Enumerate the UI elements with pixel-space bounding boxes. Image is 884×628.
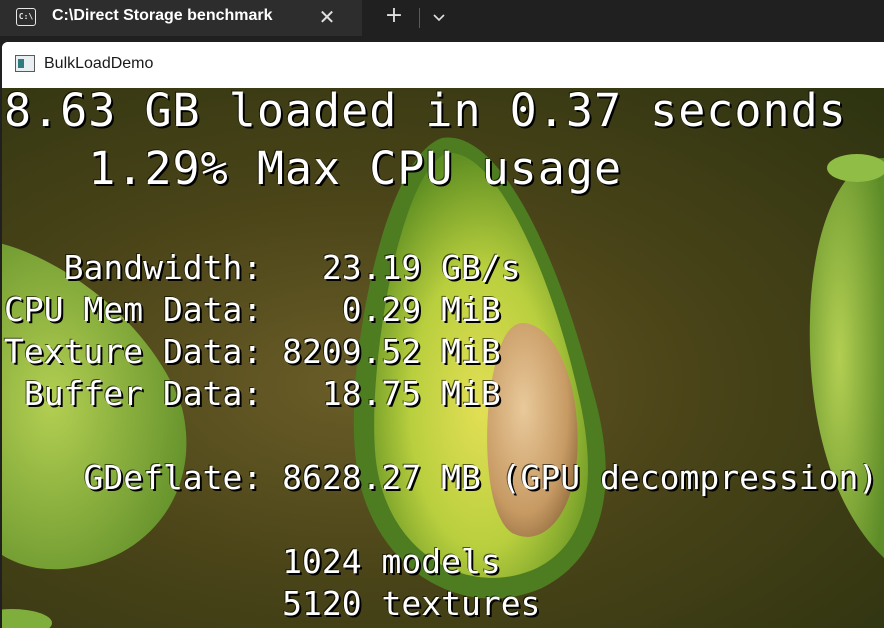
stats-overlay: 8.63 GB loaded in 0.37 seconds 1.29% Max… [2, 88, 884, 628]
tab-separator [419, 8, 420, 28]
texture-data-text: Texture Data: 8209.52 MiB [4, 332, 501, 371]
app-window: BulkLoadDemo 8.63 GB loaded in 0.37 seco… [2, 42, 884, 628]
cpu-usage-text: 1.29% Max CPU usage [4, 142, 623, 195]
render-viewport: 8.63 GB loaded in 0.37 seconds 1.29% Max… [2, 88, 884, 628]
tab-title: C:\Direct Storage benchmark [52, 7, 273, 24]
gdeflate-text: GDeflate: 8628.27 MB (GPU decompression) [4, 458, 879, 497]
models-count-text: 1024 models [4, 542, 501, 581]
terminal-tab[interactable]: C:\ C:\Direct Storage benchmark ✕ [0, 0, 362, 36]
close-tab-icon[interactable]: ✕ [315, 4, 339, 30]
textures-count-text: 5120 textures [4, 584, 541, 623]
app-icon [15, 55, 35, 72]
bandwidth-text: Bandwidth: 23.19 GB/s [4, 248, 521, 287]
window-titlebar[interactable]: BulkLoadDemo [2, 42, 884, 88]
terminal-tab-bar: C:\ C:\Direct Storage benchmark ✕ + [0, 0, 884, 36]
buffer-data-text: Buffer Data: 18.75 MiB [4, 374, 501, 413]
cpu-mem-data-text: CPU Mem Data: 0.29 MiB [4, 290, 501, 329]
load-summary-text: 8.63 GB loaded in 0.37 seconds [4, 88, 847, 137]
window-title: BulkLoadDemo [44, 55, 154, 72]
chevron-down-icon[interactable] [428, 6, 450, 28]
command-prompt-icon: C:\ [16, 8, 36, 26]
new-tab-button[interactable]: + [380, 4, 408, 30]
